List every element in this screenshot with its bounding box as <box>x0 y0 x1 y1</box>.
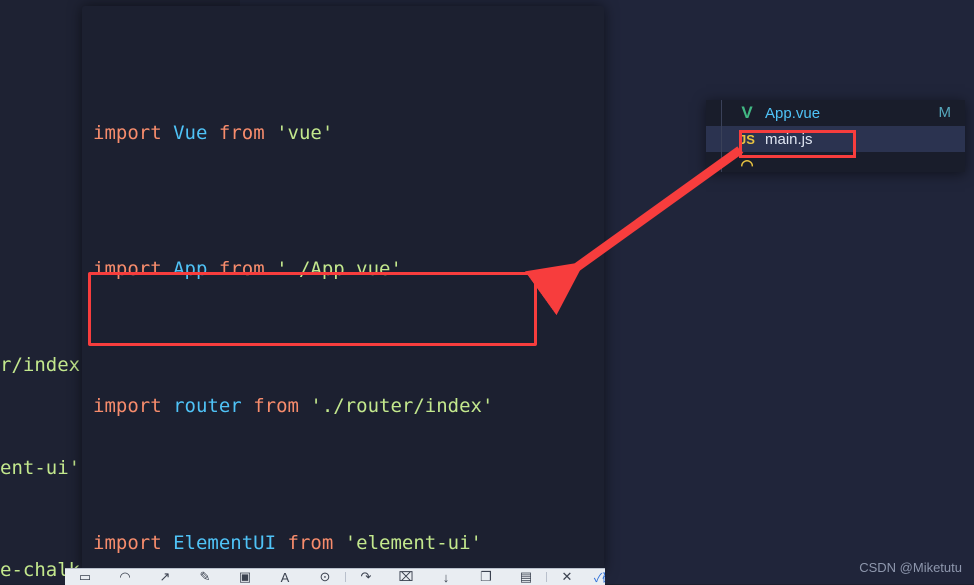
arrow-icon[interactable]: ↗ <box>145 569 185 585</box>
code-token-identifier: Vue <box>173 121 208 144</box>
mosaic-icon[interactable]: ▣ <box>225 569 265 585</box>
file-tree-item-app-vue[interactable]: V App.vue M <box>706 100 965 126</box>
file-tree-item-label: main.js <box>765 130 813 148</box>
save-icon[interactable]: ▤ <box>506 569 546 585</box>
file-tree-item-other[interactable]: ◠ <box>706 152 965 172</box>
tree-rail <box>721 100 722 126</box>
code-line[interactable]: import App from './App.vue' <box>82 252 604 286</box>
code-line[interactable]: import ElementUI from 'element-ui' <box>82 526 604 560</box>
close-icon[interactable]: ✕ <box>547 569 587 585</box>
status-badge-modified: M <box>938 104 952 121</box>
code-token-string: 'vue' <box>276 121 334 144</box>
bg-code-text: r/index <box>0 354 81 376</box>
tree-rail <box>721 126 722 152</box>
js-icon: JS <box>739 131 755 147</box>
screenshot-annotation-toolbar[interactable]: ▭ ◠ ↗ ✎ ▣ A ⊙ ↷ ⌧ ↓ ❐ ▤ ✕ ✓确定 <box>65 568 605 585</box>
code-token-keyword: import <box>93 121 162 144</box>
file-tree-item-main-js[interactable]: JS main.js <box>706 126 965 152</box>
undo-icon[interactable]: ↷ <box>346 569 386 585</box>
code-editor-content[interactable]: import Vue from 'vue' import App from '.… <box>82 13 604 572</box>
tree-rail <box>721 152 722 172</box>
file-icon: ◠ <box>740 157 754 172</box>
pen-icon[interactable]: ✎ <box>185 569 225 585</box>
csdn-watermark: CSDN @Miketutu <box>859 560 962 575</box>
vue-icon: V <box>741 103 753 122</box>
confirm-button[interactable]: ✓确定 <box>587 569 605 585</box>
marker-icon[interactable]: ⊙ <box>305 569 345 585</box>
file-tree-item-label: App.vue <box>765 104 821 122</box>
project-file-tree-popup[interactable]: V App.vue M JS main.js ◠ <box>706 100 965 172</box>
pin-icon[interactable]: ⌧ <box>386 569 426 585</box>
text-icon[interactable]: A <box>265 569 305 585</box>
code-line[interactable]: import Vue from 'vue' <box>82 116 604 150</box>
code-line[interactable]: import router from './router/index' <box>82 389 604 423</box>
bg-code-text: ent-ui' <box>0 456 81 479</box>
rectangle-icon[interactable]: ▭ <box>65 569 105 585</box>
ellipse-icon[interactable]: ◠ <box>105 569 145 585</box>
code-editor-main-js[interactable]: import Vue from 'vue' import App from '.… <box>82 6 604 572</box>
copy-icon[interactable]: ❐ <box>466 569 506 585</box>
download-icon[interactable]: ↓ <box>426 569 466 585</box>
